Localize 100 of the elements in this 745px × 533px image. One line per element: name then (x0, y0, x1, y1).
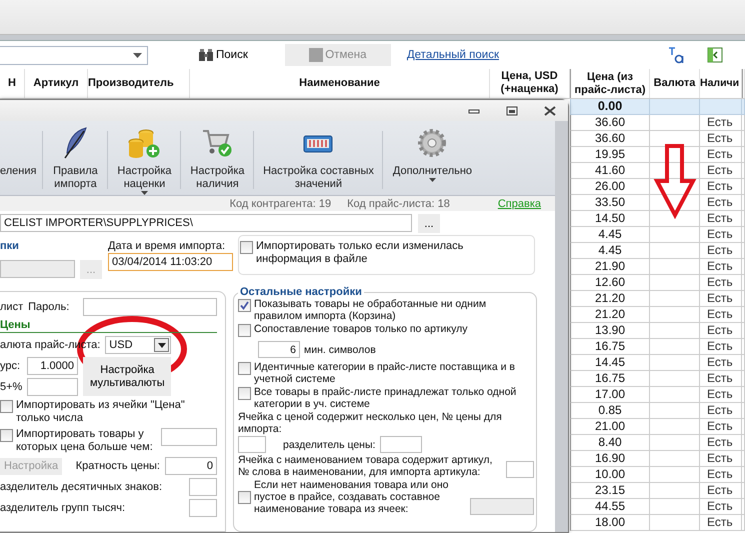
input-field[interactable] (380, 436, 422, 453)
input-field[interactable] (506, 461, 534, 478)
ribbon-button[interactable]: Настройка наценки (111, 125, 178, 195)
table-row[interactable]: 16.75 Есть (570, 371, 745, 387)
column-header[interactable]: Производитель (88, 69, 190, 98)
table-row[interactable]: 44.55 Есть (570, 499, 745, 515)
checkbox[interactable] (0, 400, 13, 413)
table-row[interactable]: 41.60 Есть (570, 163, 745, 179)
table-cell: Есть (700, 403, 742, 419)
browse-button[interactable]: ... (418, 214, 440, 233)
table-cell: 19.95 (570, 147, 650, 163)
column-header[interactable]: Цена, USD (+наценка) (490, 69, 570, 98)
table-row[interactable]: 0.85 Есть (570, 403, 745, 419)
search-button[interactable]: Поиск (194, 44, 252, 66)
table-cell: Есть (700, 163, 742, 179)
table-cell: 17.00 (570, 387, 650, 403)
binoculars-icon (198, 48, 214, 62)
table-row[interactable]: 14.45 Есть (570, 355, 745, 371)
checkbox[interactable] (238, 324, 251, 337)
checkbox[interactable] (240, 241, 253, 254)
checkbox[interactable] (238, 387, 251, 400)
field-label: азделитель групп тысяч: (0, 502, 126, 514)
markup-field[interactable] (27, 378, 78, 396)
number-field[interactable]: 6 (258, 341, 300, 358)
column-header[interactable] (742, 69, 745, 98)
table-row[interactable]: 36.60 Есть (570, 115, 745, 131)
search-dropdown[interactable] (0, 46, 148, 64)
checkbox[interactable] (238, 362, 251, 375)
checkbox-label: Все товары в прайс-листе принадлежат только одной категории в уч. системе (254, 386, 518, 410)
table-row[interactable]: 21.00 Есть (570, 419, 745, 435)
table-cell: 16.75 (570, 371, 650, 387)
ribbon-button[interactable]: Дополнительно (386, 125, 478, 195)
table-row[interactable]: 8.40 Есть (570, 435, 745, 451)
ribbon-button[interactable]: еления (0, 125, 40, 195)
separator-field[interactable] (189, 478, 217, 496)
table-cell: Есть (700, 419, 742, 435)
table-cell: 4.45 (570, 227, 650, 243)
table-cell: 16.90 (570, 451, 650, 467)
table-cell: Есть (700, 483, 742, 499)
table-row[interactable]: 21.20 Есть (570, 291, 745, 307)
table-row[interactable]: 12.60 Есть (570, 275, 745, 291)
checkbox-label: Показывать товары не обработанные ни одним правилом импорта (Корзина) (254, 298, 488, 322)
checkbox[interactable] (0, 429, 13, 442)
table-row[interactable]: 36.60 Есть (570, 131, 745, 147)
section-title: пки (0, 240, 20, 252)
group-title: Остальные настройки (239, 286, 363, 298)
table-row[interactable]: 10.00 Есть (570, 467, 745, 483)
table-cell: Есть (700, 195, 742, 211)
column-header[interactable]: Наличи (700, 69, 742, 98)
table-cell: Есть (700, 371, 742, 387)
table-row[interactable]: 23.15 Есть (570, 483, 745, 499)
rate-field[interactable]: 1.0000 (27, 357, 78, 375)
currency-dropdown[interactable]: USD (105, 336, 172, 354)
checkbox-label: Импортировать товары у которых цена больше чем: (16, 428, 154, 454)
date-field[interactable]: 03/04/2014 11:03:20 (108, 253, 233, 271)
ribbon-button[interactable]: Настройка наличия (184, 125, 250, 195)
table-cell: 21.20 (570, 307, 650, 323)
field-label: Пароль: (28, 301, 70, 313)
checkbox[interactable] (238, 299, 251, 312)
input-field[interactable] (470, 498, 534, 515)
table-row[interactable]: 14.50 Есть (570, 211, 745, 227)
table-row[interactable]: 4.45 Есть (570, 243, 745, 259)
cart-icon (201, 128, 234, 158)
separator-field[interactable] (189, 499, 217, 517)
font-icon (667, 46, 685, 64)
table-row[interactable]: 16.90 Есть (570, 451, 745, 467)
column-header[interactable]: Артикул (25, 69, 88, 98)
path-field[interactable]: CELIST IMPORTER\SUPPLYPRICES\ (0, 214, 412, 232)
checkbox[interactable] (238, 491, 251, 504)
min-price-field[interactable] (161, 428, 217, 446)
table-row[interactable]: 16.75 Есть (570, 339, 745, 355)
checkbox-label: Идентичные категории в прайс-листе поставщика и в учетной системе (254, 361, 516, 385)
table-row[interactable]: 13.90 Есть (570, 323, 745, 339)
column-header[interactable]: Н (0, 69, 25, 98)
table-row[interactable]: 21.20 Есть (570, 307, 745, 323)
column-header[interactable]: Валюта (650, 69, 700, 98)
table-row[interactable]: 33.50 Есть (570, 195, 745, 211)
ribbon-button[interactable]: Правила импорта (46, 125, 104, 195)
ribbon-button[interactable]: Настройка составных значений (257, 125, 380, 195)
column-header[interactable]: Наименование (190, 69, 490, 98)
caret-icon (428, 178, 436, 182)
password-field[interactable] (83, 298, 217, 316)
table-row[interactable]: 19.95 Есть (570, 147, 745, 163)
detail-search-link[interactable]: Детальный поиск (406, 49, 499, 61)
table-cell: 23.15 (570, 483, 650, 499)
column-header[interactable]: Цена (из прайс-листа) (570, 69, 650, 98)
table-cell: 36.60 (570, 131, 650, 147)
table-cell: Есть (700, 387, 742, 403)
table-cell: 21.90 (570, 259, 650, 275)
table-row[interactable]: 26.00 Есть (570, 179, 745, 195)
table-row[interactable]: 21.90 Есть (570, 259, 745, 275)
input-field[interactable] (238, 436, 266, 453)
table-row[interactable]: 0.00 (570, 99, 745, 115)
multicurrency-button[interactable]: Настройка мультивалюты (83, 357, 172, 396)
file-field[interactable] (0, 260, 75, 278)
table-row[interactable]: 17.00 Есть (570, 387, 745, 403)
table-row[interactable]: 18.00 Есть (570, 515, 745, 531)
scrollbar[interactable] (555, 121, 568, 532)
table-row[interactable]: 4.45 Есть (570, 227, 745, 243)
multiplicity-field[interactable]: 0 (165, 457, 217, 475)
